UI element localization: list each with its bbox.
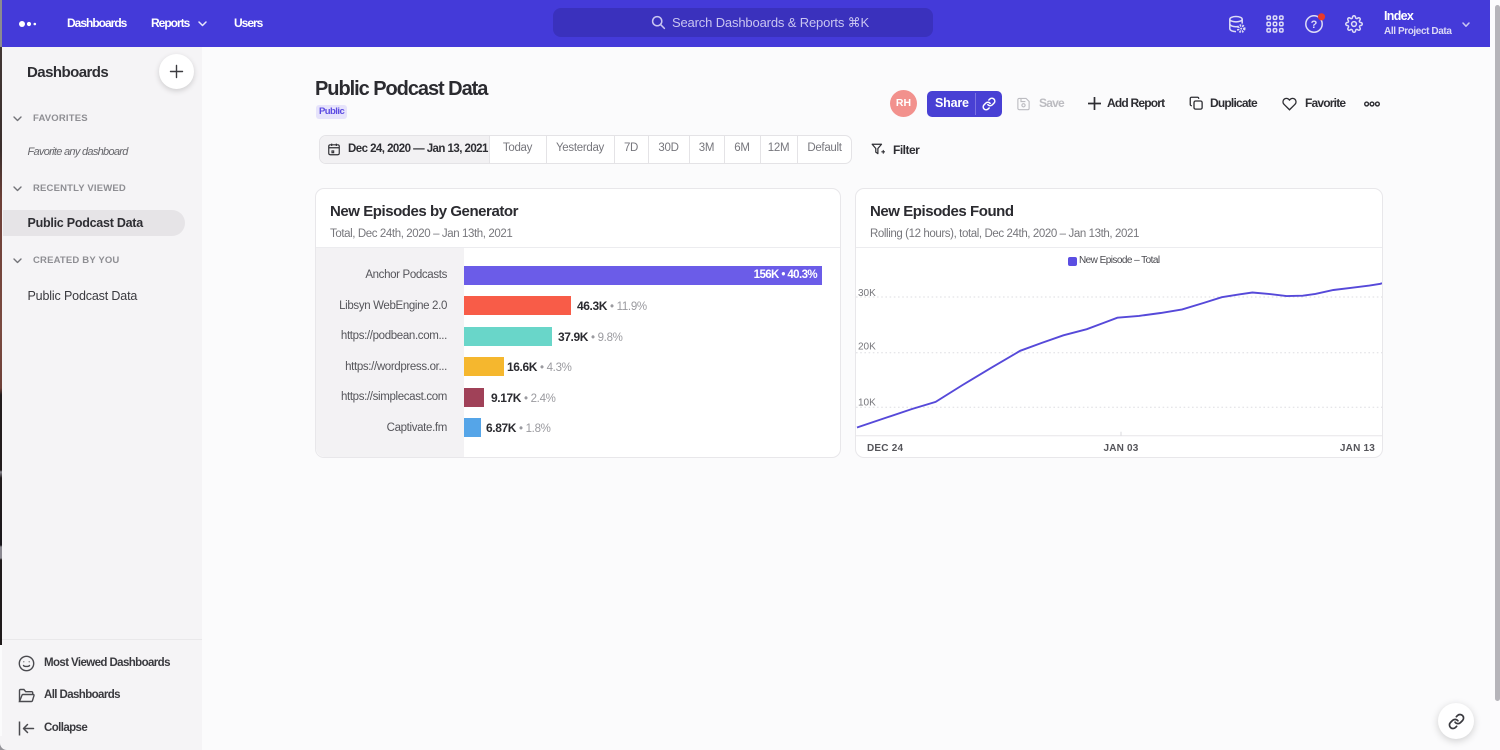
svg-text:JAN 03: JAN 03: [1103, 443, 1138, 454]
svg-text:JAN 13: JAN 13: [1340, 443, 1375, 454]
svg-text:30K: 30K: [858, 288, 876, 299]
svg-text:DEC 24: DEC 24: [867, 443, 903, 454]
svg-text:10K: 10K: [858, 398, 876, 409]
svg-text:20K: 20K: [858, 342, 876, 353]
svg-text:?: ?: [1311, 19, 1318, 31]
